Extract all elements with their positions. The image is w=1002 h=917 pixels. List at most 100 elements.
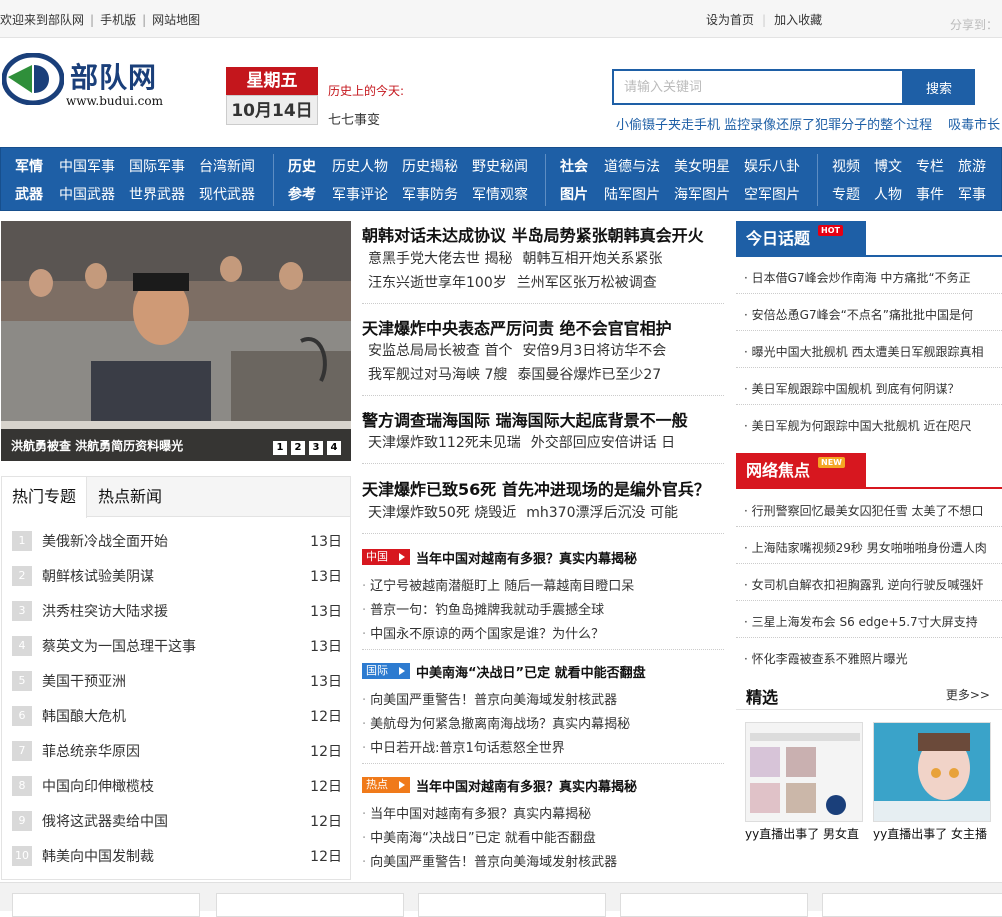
nav-item[interactable]: 台湾新闻 <box>199 159 255 175</box>
rank-item[interactable]: 1 美俄新冷战全面开始 13日 <box>12 529 342 553</box>
sub-link[interactable]: 天津爆炸致50死 烧毁近 <box>368 505 516 521</box>
nav-item-topic[interactable]: 专题 <box>832 187 860 203</box>
nav-item-military[interactable]: 军事 <box>958 187 986 203</box>
rank-item[interactable]: 2 朝鲜核试验美阴谋 13日 <box>12 564 342 588</box>
sub-link[interactable]: 安倍9月3日将访华不会 <box>522 343 666 359</box>
rank-item[interactable]: 5 美国干预亚洲 13日 <box>12 669 342 693</box>
network-item[interactable]: 三星上海发布会 S6 edge+5.7寸大屏支持 <box>744 613 1002 630</box>
headline-title[interactable]: 天津爆炸已致56死 首先冲进现场的是编外官兵？ <box>362 476 710 500</box>
nav-heading-lishi[interactable]: 历史 <box>288 159 316 175</box>
category-title[interactable]: 当年中国对越南有多狠？真实内幕揭秘 <box>416 548 637 567</box>
nav-item-column[interactable]: 专栏 <box>916 159 944 175</box>
rank-item[interactable]: 10 韩美向中国发制裁 12日 <box>12 844 342 868</box>
add-favorite-link[interactable]: 加入收藏 <box>774 13 822 27</box>
rank-title[interactable]: 美国干预亚洲 <box>42 671 126 691</box>
rank-title[interactable]: 洪秀柱突访大陆求援 <box>42 601 168 621</box>
category-title[interactable]: 中美南海“决战日”已定 就看中能否翻盘 <box>416 662 646 681</box>
hot-keyword-link[interactable]: 小偷镊子夹走手机 监控录像还原了犯罪分子的整个过程 <box>616 118 932 133</box>
nav-item-travel[interactable]: 旅游 <box>958 159 986 175</box>
nav-heading-shehui[interactable]: 社会 <box>560 159 588 175</box>
slide-page-3[interactable]: 3 <box>309 441 323 455</box>
nav-item-event[interactable]: 事件 <box>916 187 944 203</box>
category-title[interactable]: 当年中国对越南有多狠？真实内幕揭秘 <box>416 776 637 795</box>
headline-title[interactable]: 朝韩对话未达成协议 半岛局势紧张朝韩真会开火 <box>362 222 704 246</box>
sub-link[interactable]: 天津爆炸致112死未见瑞 <box>368 435 521 451</box>
focus-slideshow[interactable]: 洪航勇被查 洪航勇简历资料曝光 1234 <box>1 221 351 461</box>
nav-item[interactable]: 陆军图片 <box>604 187 660 203</box>
slide-page-1[interactable]: 1 <box>273 441 287 455</box>
list-item[interactable]: 辽宁号被越南潜艇盯上 随后一幕越南目瞪口呆 <box>362 575 634 594</box>
nav-item-video[interactable]: 视频 <box>832 159 860 175</box>
nav-item[interactable]: 美女明星 <box>674 159 730 175</box>
gallery-thumb[interactable] <box>822 893 1002 917</box>
rank-title[interactable]: 朝鲜核试验美阴谋 <box>42 566 154 586</box>
today-item[interactable]: 日本借G7峰会炒作南海 中方痛批“不务正 <box>744 269 1002 286</box>
mobile-link[interactable]: 手机版 <box>100 13 136 27</box>
gallery-thumb[interactable] <box>216 893 404 917</box>
pick-thumbnail-1[interactable] <box>745 722 863 822</box>
set-home-link[interactable]: 设为首页 <box>706 13 754 27</box>
nav-item-people[interactable]: 人物 <box>874 187 902 203</box>
category-tag-china[interactable]: 中国 <box>362 549 410 565</box>
rank-item[interactable]: 8 中国向印伸橄榄枝 12日 <box>12 774 342 798</box>
nav-item[interactable]: 世界武器 <box>129 187 185 203</box>
sub-link[interactable]: 意黑手党大佬去世 揭秘 <box>368 251 512 267</box>
rank-item[interactable]: 6 韩国酿大危机 12日 <box>12 704 342 728</box>
network-item[interactable]: 女司机自解衣扣袒胸露乳 逆向行驶反喊强奸 <box>744 576 1002 593</box>
slide-page-4[interactable]: 4 <box>327 441 341 455</box>
tab-hot-topics[interactable]: 热门专题 <box>2 477 88 518</box>
network-item[interactable]: 上海陆家嘴视频29秒 男女啪啪啪身份遭人肉 <box>744 539 1002 556</box>
list-item[interactable]: 向美国严重警告！普京向美海域发射核武器 <box>362 851 617 870</box>
gallery-thumb[interactable] <box>418 893 606 917</box>
nav-item[interactable]: 中国军事 <box>59 159 115 175</box>
rank-item[interactable]: 7 菲总统亲华原因 12日 <box>12 739 342 763</box>
rank-title[interactable]: 俄将这武器卖给中国 <box>42 811 168 831</box>
today-item[interactable]: 曝光中国大批舰机 西太遭美日军舰跟踪真相 <box>744 343 1002 360</box>
today-item[interactable]: 美日军舰跟踪中国舰机 到底有何阴谋？ <box>744 380 1002 397</box>
search-input[interactable] <box>612 69 904 105</box>
sub-link[interactable]: 安监总局局长被查 首个 <box>368 343 512 359</box>
rank-title[interactable]: 美俄新冷战全面开始 <box>42 531 168 551</box>
history-item-link[interactable]: 七七事变 <box>328 109 380 128</box>
site-logo[interactable]: 部队网 www.budui.com <box>0 50 180 112</box>
search-button[interactable]: 搜索 <box>903 69 975 105</box>
nav-item[interactable]: 道德与法 <box>604 159 660 175</box>
category-tag-hot[interactable]: 热点 <box>362 777 410 793</box>
list-item[interactable]: 向美国严重警告！普京向美海域发射核武器 <box>362 689 617 708</box>
pick-caption-1[interactable]: yy直播出事了 男女直 <box>745 825 863 842</box>
pick-caption-2[interactable]: yy直播出事了 女主播 <box>873 825 991 842</box>
nav-item[interactable]: 空军图片 <box>744 187 800 203</box>
nav-heading-junqing[interactable]: 军情 <box>15 159 43 175</box>
focus-caption[interactable]: 洪航勇被查 洪航勇简历资料曝光 <box>11 437 183 454</box>
sub-link[interactable]: 朝韩互相开炮关系紧张 <box>522 251 662 267</box>
nav-heading-wuqi[interactable]: 武器 <box>15 187 43 203</box>
sub-link[interactable]: 泰国曼谷爆炸已至少27 <box>517 367 661 383</box>
list-item[interactable]: 普京一句：钓鱼岛摊牌我就动手震撼全球 <box>362 599 604 618</box>
nav-item[interactable]: 海军图片 <box>674 187 730 203</box>
nav-item[interactable]: 军情观察 <box>472 187 528 203</box>
nav-item-blog[interactable]: 博文 <box>874 159 902 175</box>
headline-title[interactable]: 警方调查瑞海国际 瑞海国际大起底背景不一般 <box>362 407 688 431</box>
nav-heading-cankao[interactable]: 参考 <box>288 187 316 203</box>
category-tag-intl[interactable]: 国际 <box>362 663 410 679</box>
list-item[interactable]: 中国永不原谅的两个国家是谁？为什么？ <box>362 623 604 642</box>
sub-link[interactable]: 外交部回应安倍讲话 日 <box>531 435 675 451</box>
gallery-thumb[interactable] <box>12 893 200 917</box>
nav-item[interactable]: 野史秘闻 <box>472 159 528 175</box>
sub-link[interactable]: 汪东兴逝世享年100岁 <box>368 275 507 291</box>
nav-item[interactable]: 中国武器 <box>59 187 115 203</box>
tab-hot-news[interactable]: 热点新闻 <box>88 477 172 518</box>
rank-title[interactable]: 中国向印伸橄榄枝 <box>42 776 154 796</box>
rank-item[interactable]: 9 俄将这武器卖给中国 12日 <box>12 809 342 833</box>
network-item[interactable]: 行刑警察回忆最美女囚犯任雪 太美了不想口 <box>744 502 1002 519</box>
nav-item[interactable]: 娱乐八卦 <box>744 159 800 175</box>
nav-item[interactable]: 现代武器 <box>199 187 255 203</box>
nav-item[interactable]: 军事防务 <box>402 187 458 203</box>
rank-title[interactable]: 菲总统亲华原因 <box>42 741 140 761</box>
hot-keyword-link[interactable]: 吸毒市长 <box>948 118 1000 133</box>
today-item[interactable]: 安倍怂恿G7峰会“不点名”痛批批中国是何 <box>744 306 1002 323</box>
nav-heading-tupian[interactable]: 图片 <box>560 187 588 203</box>
sub-link[interactable]: 兰州军区张万松被调查 <box>517 275 657 291</box>
rank-title[interactable]: 韩国酿大危机 <box>42 706 126 726</box>
headline-title[interactable]: 天津爆炸中央表态严厉问责 绝不会官官相护 <box>362 315 672 339</box>
